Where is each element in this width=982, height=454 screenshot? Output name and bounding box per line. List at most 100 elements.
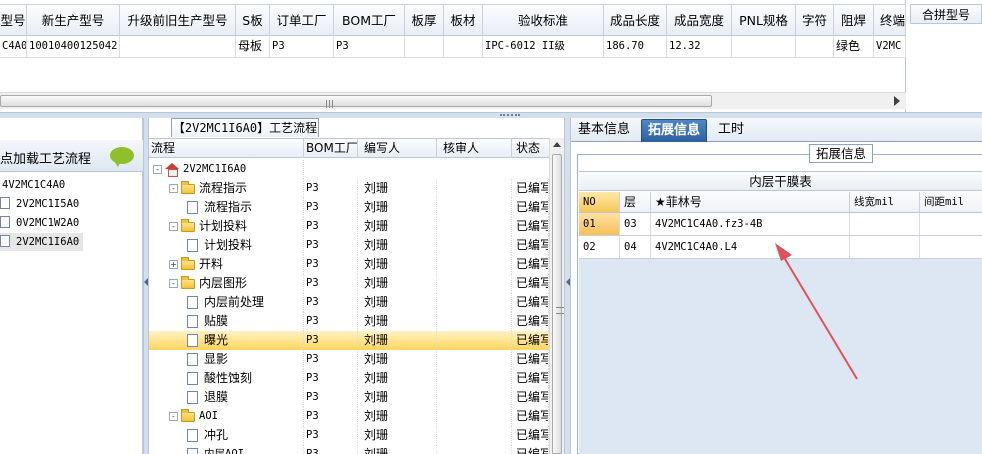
col-header-reviewer[interactable]: 核审人 <box>437 139 512 158</box>
process-status-cell: 已编写 <box>512 217 549 236</box>
tree-node-root[interactable]: 4V2MC1C4A0 <box>2 176 65 194</box>
process-reviewer-cell <box>437 388 512 407</box>
process-bom-cell: P3 <box>304 407 358 426</box>
process-writer-cell: 刘珊 <box>358 255 437 274</box>
col-header-process[interactable]: 流程 <box>149 139 304 158</box>
process-row[interactable]: - 流程指示 P3 刘珊 已编写 <box>149 179 549 198</box>
process-row[interactable]: 流程指示 P3 刘珊 已编写 <box>149 198 549 217</box>
col-header-thickness[interactable]: 板厚 <box>405 5 444 36</box>
col-header-new-model[interactable]: 新生产型号 <box>27 5 120 36</box>
process-row[interactable]: + 开料 P3 刘珊 已编写 <box>149 255 549 274</box>
process-writer-cell: 刘珊 <box>358 274 437 293</box>
process-row[interactable]: 内层AOI P3 刘珊 已编写 <box>149 445 549 454</box>
cell-film-no[interactable]: 4V2MC1C4A0.L4 <box>651 236 850 258</box>
col-header-material[interactable]: 板材 <box>444 5 483 36</box>
col-header-order-factory[interactable]: 订单工厂 <box>270 5 334 36</box>
col-header-model[interactable]: 型号 <box>0 5 27 36</box>
cell-line-width[interactable] <box>850 213 920 235</box>
col-header-acceptance[interactable]: 验收标准 <box>483 5 604 36</box>
process-row[interactable]: 显影 P3 刘珊 已编写 <box>149 350 549 369</box>
process-root-label: 2V2MC1I6A0 <box>183 163 247 175</box>
process-vertical-scrollbar[interactable] <box>549 138 564 454</box>
film-table-header: NO 层 ★菲林号 线宽mil 间距mil <box>579 192 982 213</box>
document-icon <box>187 296 198 309</box>
process-row-selected[interactable]: 曝光 P3 刘珊 已编写 <box>149 331 549 350</box>
process-root-row[interactable]: - 2V2MC1I6A0 <box>149 160 549 179</box>
process-name: 计划投料 <box>199 219 248 233</box>
col-header-terminal[interactable]: 终端 <box>874 5 906 36</box>
process-status-cell: 已编写 <box>512 407 549 426</box>
process-name-cell: - 流程指示 <box>169 179 304 198</box>
collapse-icon[interactable]: - <box>169 412 178 421</box>
col-header-pnl-spec[interactable]: PNL规格 <box>732 5 796 36</box>
cell-old-model <box>120 36 236 57</box>
col-header-no[interactable]: NO <box>579 192 620 212</box>
cell-line-width[interactable] <box>850 236 920 258</box>
model-tree-title: 点加载工艺流程 <box>0 152 92 167</box>
process-row[interactable]: 贴膜 P3 刘珊 已编写 <box>149 312 549 331</box>
cell-film-no[interactable]: 4V2MC1C4A0.fz3-4B <box>651 213 850 235</box>
scroll-right-icon[interactable] <box>894 96 900 106</box>
process-bom-cell: P3 <box>304 217 358 236</box>
process-status-cell: 已编写 <box>512 236 549 255</box>
scrollbar-thumb[interactable] <box>0 95 712 108</box>
process-row[interactable]: - 计划投料 P3 刘珊 已编写 <box>149 217 549 236</box>
product-row[interactable]: C4A0 10010400125042 母板 P3 P3 IPC-6012 II… <box>0 36 906 58</box>
collapse-icon[interactable]: - <box>169 184 178 193</box>
cell-no: 02 <box>579 236 620 258</box>
table-row[interactable]: 01 03 4V2MC1C4A0.fz3-4B <box>579 213 982 236</box>
scrollbar-thumb[interactable] <box>552 154 564 454</box>
tab-work-hours[interactable]: 工时 <box>711 119 751 142</box>
process-status-cell: 已编写 <box>512 331 549 350</box>
col-header-layer[interactable]: 层 <box>620 192 651 212</box>
chat-bubble-icon[interactable] <box>110 147 134 167</box>
grip-icon <box>556 307 564 314</box>
cell-spacing[interactable] <box>920 236 982 258</box>
horizontal-scrollbar[interactable] <box>0 92 906 109</box>
tree-node[interactable]: 0V2MC1W2A0 <box>0 214 79 232</box>
tree-node-selected[interactable]: 2V2MC1I6A0 <box>0 233 84 251</box>
collapse-left-icon[interactable] <box>144 278 148 286</box>
cell-solder-mask: 绿色 <box>834 36 874 57</box>
col-header-s-board[interactable]: S板 <box>236 5 270 36</box>
process-row[interactable]: - AOI P3 刘珊 已编写 <box>149 407 549 426</box>
col-header-writer[interactable]: 编写人 <box>358 139 437 158</box>
col-header-line-width[interactable]: 线宽mil <box>850 192 920 212</box>
tree-node[interactable]: 2V2MC1I5A0 <box>0 195 79 213</box>
tab-extended-info[interactable]: 拓展信息 <box>641 119 707 142</box>
col-header-length[interactable]: 成品长度 <box>604 5 667 36</box>
cell-terminal: V2MC <box>874 36 906 57</box>
col-header-solder-mask[interactable]: 阻焊 <box>834 5 874 36</box>
process-flow-tab[interactable]: 【2V2MC1I6A0】工艺流程 <box>171 118 319 137</box>
scroll-up-icon[interactable] <box>553 142 561 147</box>
collapse-icon[interactable]: - <box>153 165 162 174</box>
vertical-splitter-right[interactable] <box>564 118 571 454</box>
table-row[interactable]: 02 04 4V2MC1C4A0.L4 <box>579 236 982 259</box>
col-header-bom-factory[interactable]: BOM工厂 <box>334 5 405 36</box>
process-bom-cell: P3 <box>304 426 358 445</box>
col-header-old-model[interactable]: 升级前旧生产型号 <box>120 5 236 36</box>
merge-model-header[interactable]: 合拼型号 <box>910 4 982 24</box>
cell-spacing[interactable] <box>920 213 982 235</box>
process-row[interactable]: 退膜 P3 刘珊 已编写 <box>149 388 549 407</box>
document-icon <box>187 334 198 347</box>
collapse-right-icon[interactable] <box>566 278 570 286</box>
process-writer-cell: 刘珊 <box>358 293 437 312</box>
col-header-width[interactable]: 成品宽度 <box>667 5 732 36</box>
process-row[interactable]: - 内层图形 P3 刘珊 已编写 <box>149 274 549 293</box>
col-header-spacing[interactable]: 间距mil <box>920 192 982 212</box>
process-row[interactable]: 冲孔 P3 刘珊 已编写 <box>149 426 549 445</box>
process-row[interactable]: 内层前处理 P3 刘珊 已编写 <box>149 293 549 312</box>
col-header-film-no[interactable]: ★菲林号 <box>651 192 850 212</box>
expand-icon[interactable]: + <box>169 260 178 269</box>
col-header-status[interactable]: 状态 <box>512 139 549 158</box>
tab-basic-info[interactable]: 基本信息 <box>573 119 635 142</box>
process-row[interactable]: 酸性蚀刻 P3 刘珊 已编写 <box>149 369 549 388</box>
collapse-icon[interactable]: - <box>169 279 178 288</box>
process-bom-cell: P3 <box>304 274 358 293</box>
process-bom-cell: P3 <box>304 369 358 388</box>
col-header-bom-factory[interactable]: BOM工厂 <box>304 139 358 158</box>
process-row[interactable]: 计划投料 P3 刘珊 已编写 <box>149 236 549 255</box>
col-header-character[interactable]: 字符 <box>796 5 834 36</box>
collapse-icon[interactable]: - <box>169 222 178 231</box>
